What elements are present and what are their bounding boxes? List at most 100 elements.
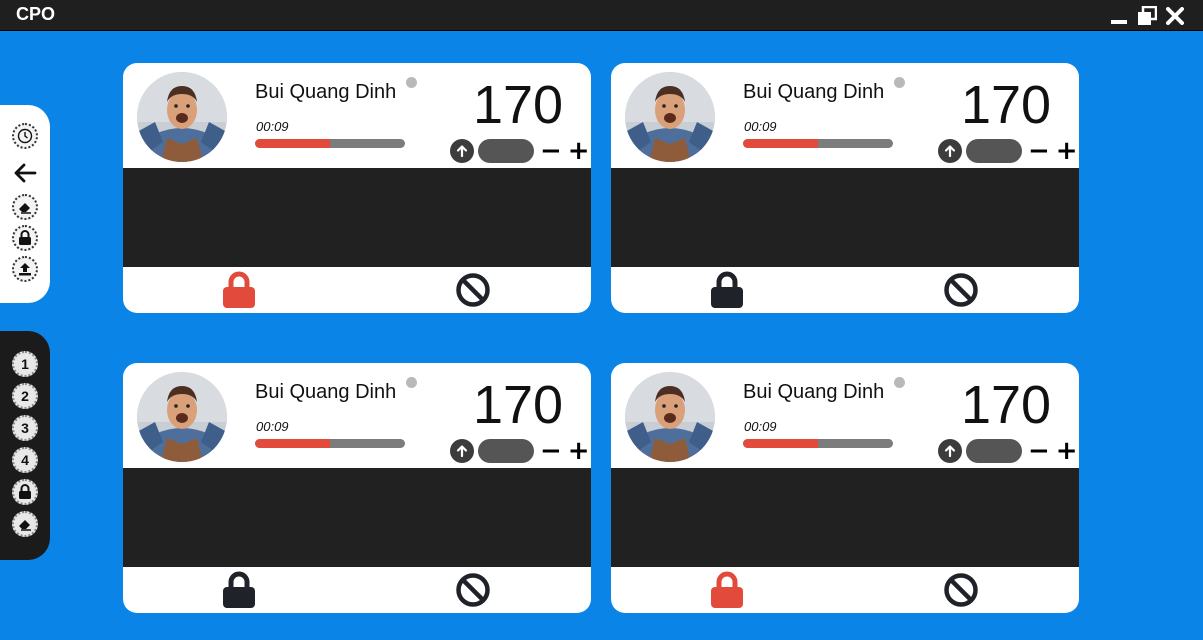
avatar-image xyxy=(625,72,715,162)
minus-button[interactable]: − xyxy=(540,438,562,464)
plus-button[interactable]: + xyxy=(568,138,590,164)
block-button[interactable] xyxy=(943,272,979,313)
back-arrow-icon xyxy=(14,163,37,183)
contestant-name: Bui Quang Dinh xyxy=(743,381,885,403)
contestant-card-2: Bui Quang Dinh 00:09 170 − + xyxy=(611,63,1079,313)
video-screen xyxy=(123,468,591,567)
avatar xyxy=(625,72,715,162)
score-up-button[interactable] xyxy=(938,439,962,463)
time-progress-fill xyxy=(743,439,818,448)
number-button-4[interactable]: 4 xyxy=(12,447,38,473)
plus-button[interactable]: + xyxy=(1056,438,1078,464)
block-icon xyxy=(944,573,978,607)
time-progress-fill xyxy=(255,439,330,448)
lock-button[interactable] xyxy=(710,571,744,613)
score-controls: − + xyxy=(450,138,590,164)
card-header: Bui Quang Dinh 00:09 170 − + xyxy=(123,63,591,168)
status-indicator xyxy=(894,377,905,388)
title-bar: CPO xyxy=(0,0,1203,31)
score-up-button[interactable] xyxy=(938,139,962,163)
eraser-icon xyxy=(19,203,31,214)
card-footer xyxy=(611,567,1079,613)
upload-icon xyxy=(19,263,31,276)
block-icon xyxy=(456,273,490,307)
score-adjust-input[interactable] xyxy=(966,439,1022,463)
app-title: CPO xyxy=(16,4,56,24)
number-button-2[interactable]: 2 xyxy=(12,383,38,409)
timer-text: 00:09 xyxy=(256,119,289,134)
number-button-1[interactable]: 1 xyxy=(12,351,38,377)
time-progress-fill xyxy=(743,139,818,148)
lock-button[interactable] xyxy=(12,479,38,505)
minimize-icon xyxy=(1111,20,1127,24)
card-footer xyxy=(123,267,591,313)
arrow-up-icon xyxy=(944,445,956,458)
minimize-button[interactable] xyxy=(1109,6,1129,26)
timer-text: 00:09 xyxy=(744,419,777,434)
restore-button[interactable] xyxy=(1137,6,1157,26)
score-value: 170 xyxy=(472,375,564,435)
eraser-icon xyxy=(19,520,31,531)
lock-button[interactable] xyxy=(222,571,256,613)
score-adjust-input[interactable] xyxy=(478,139,534,163)
avatar xyxy=(137,372,227,462)
score-adjust-input[interactable] xyxy=(478,439,534,463)
timer-button[interactable] xyxy=(12,123,38,149)
card-header: Bui Quang Dinh 00:09 170 − + xyxy=(611,63,1079,168)
contestant-card-3: Bui Quang Dinh 00:09 170 − + xyxy=(123,363,591,613)
score-up-button[interactable] xyxy=(450,439,474,463)
block-button[interactable] xyxy=(455,572,491,613)
card-header: Bui Quang Dinh 00:09 170 − + xyxy=(123,363,591,468)
number-button-3[interactable]: 3 xyxy=(12,415,38,441)
score-controls: − + xyxy=(450,438,590,464)
minus-button[interactable]: − xyxy=(1028,438,1050,464)
time-progress-bar xyxy=(743,139,893,148)
avatar-image xyxy=(137,372,227,462)
window-controls xyxy=(1109,6,1185,26)
block-button[interactable] xyxy=(943,572,979,613)
plus-button[interactable]: + xyxy=(568,438,590,464)
score-controls: − + xyxy=(938,138,1078,164)
back-button[interactable] xyxy=(12,160,38,186)
plus-button[interactable]: + xyxy=(1056,138,1078,164)
left-toolbar xyxy=(0,105,50,303)
arrow-up-icon xyxy=(456,445,468,458)
avatar-image xyxy=(625,372,715,462)
score-controls: − + xyxy=(938,438,1078,464)
score-value: 170 xyxy=(472,75,564,135)
card-header: Bui Quang Dinh 00:09 170 − + xyxy=(611,363,1079,468)
eraser-button[interactable] xyxy=(12,511,38,537)
score-up-button[interactable] xyxy=(450,139,474,163)
contestant-card-1: Bui Quang Dinh 00:09 170 − + xyxy=(123,63,591,313)
score-value: 170 xyxy=(960,375,1052,435)
arrow-up-icon xyxy=(944,145,956,158)
lock-button[interactable] xyxy=(710,271,744,313)
upload-button[interactable] xyxy=(12,256,38,282)
score-value: 170 xyxy=(960,75,1052,135)
lock-button[interactable] xyxy=(222,271,256,313)
lock-icon xyxy=(223,571,255,608)
close-icon xyxy=(1166,7,1184,25)
contestant-card-4: Bui Quang Dinh 00:09 170 − + xyxy=(611,363,1079,613)
lock-icon xyxy=(711,571,743,608)
clear-button[interactable] xyxy=(12,194,38,220)
lock-icon xyxy=(19,484,31,499)
time-progress-bar xyxy=(255,139,405,148)
lock-all-button[interactable] xyxy=(12,225,38,251)
timer-text: 00:09 xyxy=(744,119,777,134)
score-adjust-input[interactable] xyxy=(966,139,1022,163)
video-screen xyxy=(123,168,591,267)
avatar xyxy=(137,72,227,162)
avatar-image xyxy=(137,72,227,162)
contestant-name: Bui Quang Dinh xyxy=(743,81,885,103)
minus-button[interactable]: − xyxy=(1028,138,1050,164)
close-button[interactable] xyxy=(1165,6,1185,26)
video-screen xyxy=(611,168,1079,267)
card-footer xyxy=(123,567,591,613)
minus-button[interactable]: − xyxy=(540,138,562,164)
clock-icon xyxy=(17,128,33,144)
card-footer xyxy=(611,267,1079,313)
lock-icon xyxy=(19,230,31,245)
block-button[interactable] xyxy=(455,272,491,313)
time-progress-bar xyxy=(743,439,893,448)
